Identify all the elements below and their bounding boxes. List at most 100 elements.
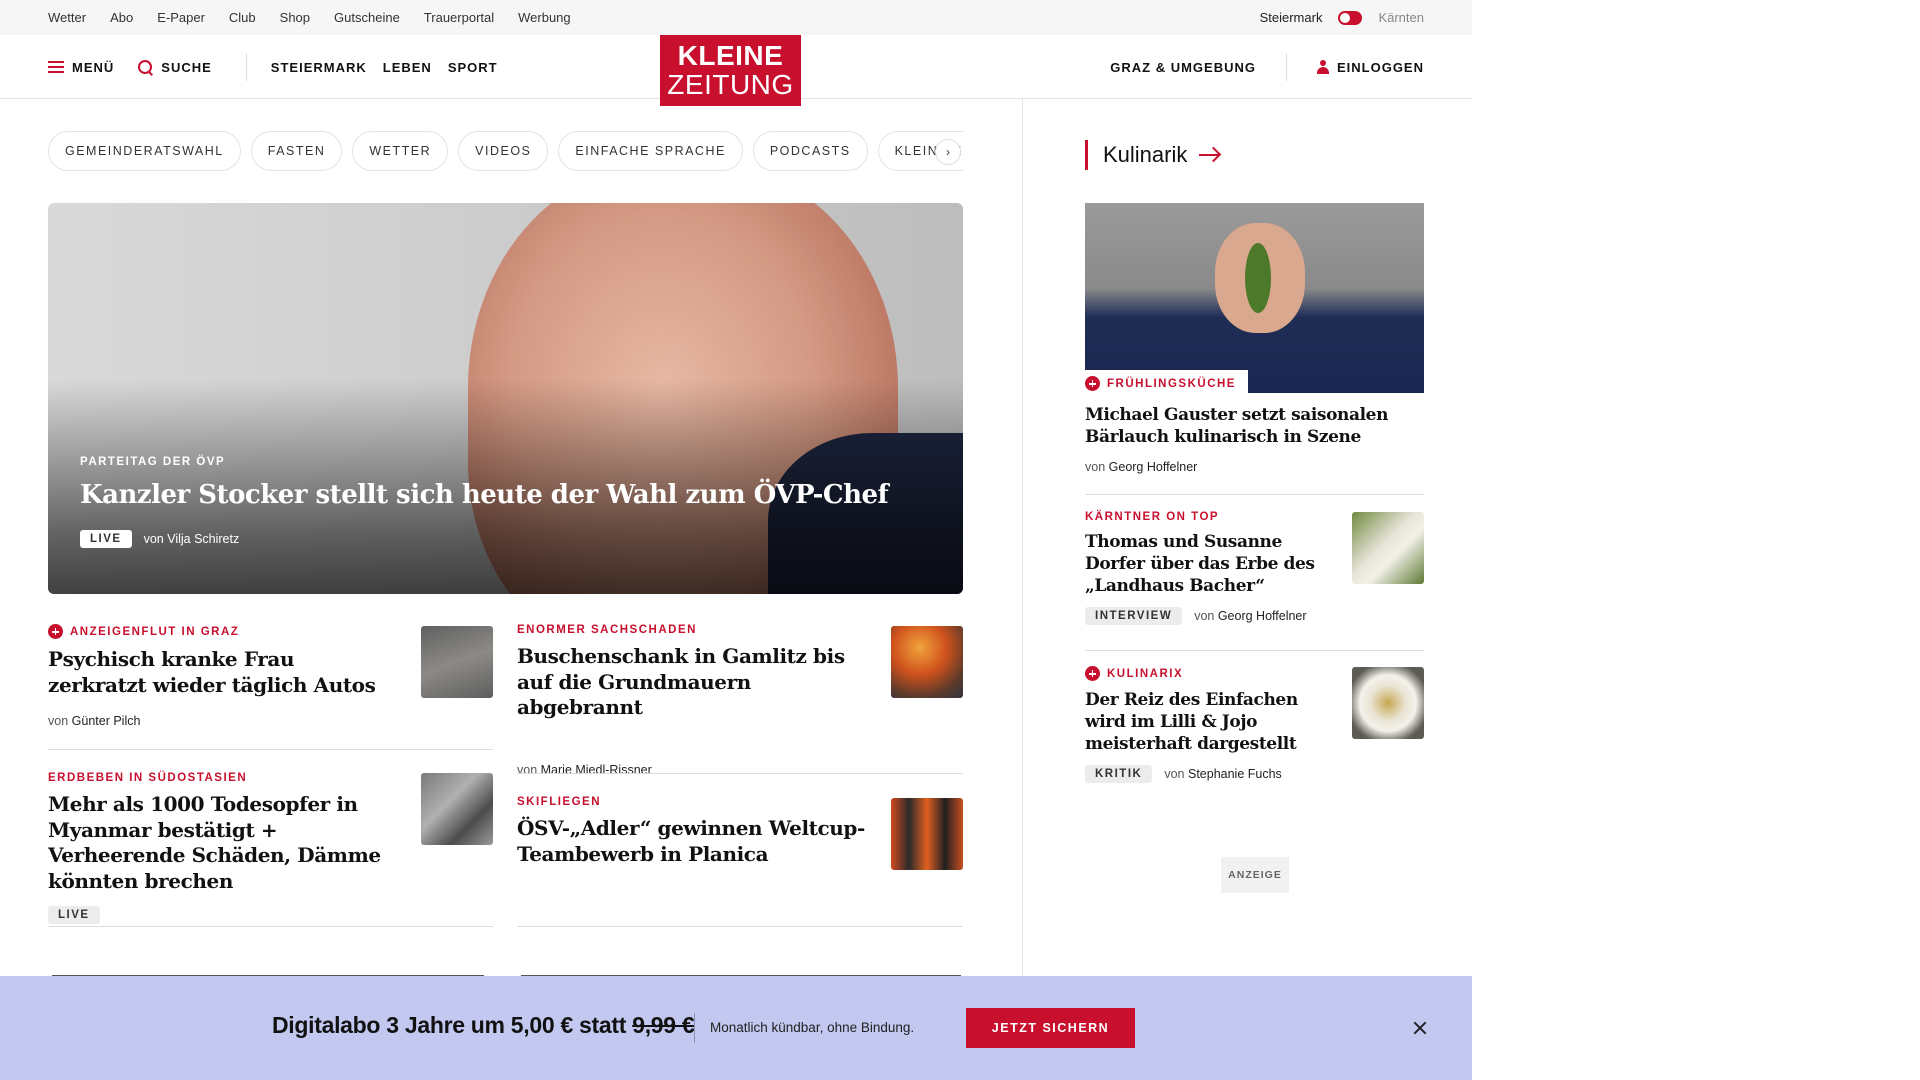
region-switch: Steiermark Kärnten	[1260, 0, 1424, 35]
menu-label: MENÜ	[72, 59, 115, 75]
article-title[interactable]: Der Reiz des Einfachen wird im Lilli & J…	[1085, 689, 1335, 755]
author-name: Stephanie Fuchs	[1187, 767, 1282, 782]
region-toggle[interactable]	[1338, 10, 1363, 25]
region-steiermark[interactable]: Steiermark	[1260, 10, 1323, 25]
region-kaernten[interactable]: Kärnten	[1378, 10, 1424, 25]
header-right: GRAZ & UMGEBUNG EINLOGGEN	[1110, 35, 1424, 99]
nav-sport[interactable]: SPORT	[448, 60, 498, 75]
location-link[interactable]: GRAZ & UMGEBUNG	[1110, 60, 1256, 75]
kicker-text: ANZEIGENFLUT IN GRAZ	[70, 625, 240, 638]
link-trauerportal[interactable]: Trauerportal	[424, 10, 494, 25]
hero-meta: LIVE von Vilja Schiretz	[80, 530, 900, 548]
sidebar-header[interactable]: Kulinarik	[1085, 140, 1220, 170]
pill-videos[interactable]: VIDEOS	[458, 131, 549, 171]
author-name: Georg Hoffelner	[1217, 609, 1307, 624]
subscription-banner: Digitalabo 3 Jahre um 5,00 € statt 9,99 …	[0, 976, 1472, 1080]
hero-text: PARTEITAG DER ÖVP Kanzler Stocker stellt…	[80, 456, 900, 548]
article-card[interactable]: ENORMER SACHSCHADEN Buschenschank in Gam…	[517, 624, 867, 777]
article-thumbnail[interactable]	[1352, 667, 1424, 739]
close-icon[interactable]	[1408, 1016, 1432, 1040]
pill-podcasts[interactable]: PODCASTS	[752, 131, 868, 171]
link-club[interactable]: Club	[229, 10, 256, 25]
link-epaper[interactable]: E-Paper	[157, 10, 205, 25]
article-meta: LIVE	[48, 906, 408, 925]
article-card[interactable]: SKIFLIEGEN ÖSV-„Adler“ gewinnen Weltcup-…	[517, 796, 867, 867]
byline-prefix: von	[517, 762, 538, 777]
article-byline: von Marie Miedl-Rissner	[517, 763, 867, 777]
article-byline: von Georg Hoffelner	[1085, 460, 1424, 474]
plus-icon	[1085, 376, 1100, 391]
divider	[517, 926, 963, 927]
banner-title: Digitalabo 3 Jahre um 5,00 € statt 9,99 …	[272, 1012, 695, 1039]
article-thumbnail[interactable]	[891, 798, 963, 870]
article-thumbnail[interactable]	[891, 626, 963, 698]
article-thumbnail[interactable]	[421, 773, 493, 845]
pill-fasten[interactable]: FASTEN	[250, 131, 343, 171]
banner-subtitle: Monatlich kündbar, ohne Bindung.	[710, 1020, 915, 1035]
sidebar-kicker-box: FRÜHLINGSKÜCHE	[1085, 370, 1248, 394]
kicker-text: SKIFLIEGEN	[517, 796, 602, 808]
live-badge: LIVE	[80, 530, 132, 548]
header-divider-right	[1285, 53, 1287, 81]
pill-wetter[interactable]: WETTER	[352, 131, 449, 171]
article-byline: von Günter Pilch	[48, 714, 398, 728]
hero-article[interactable]: PARTEITAG DER ÖVP Kanzler Stocker stellt…	[48, 203, 963, 594]
byline-prefix: von	[1085, 460, 1106, 475]
banner-offer: Digitalabo 3 Jahre um 5,00 € statt	[272, 1012, 627, 1038]
article-kicker: KÄRNTNER ON TOP	[1085, 511, 1335, 523]
link-gutscheine[interactable]: Gutscheine	[334, 10, 400, 25]
article-kicker: ENORMER SACHSCHADEN	[517, 624, 867, 636]
menu-button[interactable]: MENÜ	[48, 60, 114, 75]
link-abo[interactable]: Abo	[110, 10, 133, 25]
link-werbung[interactable]: Werbung	[518, 10, 571, 25]
divider	[48, 926, 493, 927]
sidebar-article[interactable]: Michael Gauster setzt saisonalen Bärlauc…	[1085, 398, 1424, 474]
user-icon	[1316, 60, 1329, 74]
article-thumbnail[interactable]	[1352, 512, 1424, 584]
ad-label: ANZEIGE	[1221, 857, 1289, 893]
kritik-badge: KRITIK	[1085, 765, 1153, 784]
page: Wetter Abo E-Paper Club Shop Gutscheine …	[0, 0, 1472, 1080]
article-title[interactable]: Buschenschank in Gamlitz bis auf die Gru…	[517, 644, 867, 721]
accent-bar	[1085, 140, 1088, 170]
article-title[interactable]: Mehr als 1000 Todesopfer in Myanmar best…	[48, 792, 408, 894]
article-kicker: KULINARIX	[1085, 666, 1335, 681]
nav-leben[interactable]: LEBEN	[383, 60, 432, 75]
arrow-right-icon	[1199, 154, 1220, 156]
banner-old-price: 9,99 €	[632, 1012, 695, 1038]
article-title[interactable]: Thomas und Susanne Dorfer über das Erbe …	[1085, 531, 1335, 597]
hero-title[interactable]: Kanzler Stocker stellt sich heute der Wa…	[80, 480, 900, 510]
pill-einfache-sprache[interactable]: EINFACHE SPRACHE	[558, 131, 743, 171]
article-title[interactable]: ÖSV-„Adler“ gewinnen Weltcup-Teambewerb …	[517, 816, 867, 867]
pill-gemeinderatswahl[interactable]: GEMEINDERATSWAHL	[48, 131, 241, 171]
chevron-right-icon[interactable]: ›	[935, 139, 961, 165]
link-wetter[interactable]: Wetter	[48, 10, 86, 25]
search-button[interactable]: SUCHE	[138, 59, 212, 75]
article-card[interactable]: ERDBEBEN IN SÜDOSTASIEN Mehr als 1000 To…	[48, 772, 408, 925]
author-name: Marie Miedl-Rissner	[540, 762, 652, 777]
subscribe-button[interactable]: JETZT SICHERN	[966, 1008, 1135, 1048]
column-divider	[1022, 99, 1023, 1080]
login-label: EINLOGGEN	[1336, 59, 1424, 75]
kicker-text: KÄRNTNER ON TOP	[1085, 511, 1220, 523]
site-logo[interactable]: KLEINE ZEITUNG	[660, 35, 801, 106]
sidebar-article[interactable]: KÄRNTNER ON TOP Thomas und Susanne Dorfe…	[1085, 511, 1335, 626]
byline-prefix: von	[1194, 609, 1215, 624]
nav-steiermark[interactable]: STEIERMARK	[271, 60, 367, 75]
article-card[interactable]: ANZEIGENFLUT IN GRAZ Psychisch kranke Fr…	[48, 624, 398, 728]
link-shop[interactable]: Shop	[280, 10, 310, 25]
article-thumbnail[interactable]	[421, 626, 493, 698]
login-button[interactable]: EINLOGGEN	[1316, 59, 1424, 75]
sidebar-lead-image[interactable]	[1085, 203, 1424, 393]
article-kicker: FRÜHLINGSKÜCHE	[1085, 373, 1236, 391]
utility-links: Wetter Abo E-Paper Club Shop Gutscheine …	[48, 0, 571, 35]
author-name: Günter Pilch	[71, 714, 141, 729]
logo-line-2: ZEITUNG	[667, 69, 794, 100]
sidebar-article[interactable]: KULINARIX Der Reiz des Einfachen wird im…	[1085, 666, 1335, 784]
article-byline: von Stephanie Fuchs	[1164, 767, 1281, 781]
divider	[1085, 650, 1424, 651]
article-title[interactable]: Michael Gauster setzt saisonalen Bärlauc…	[1085, 404, 1424, 448]
article-title[interactable]: Psychisch kranke Frau zerkratzt wieder t…	[48, 647, 398, 698]
kicker-text: ERDBEBEN IN SÜDOSTASIEN	[48, 772, 248, 784]
byline-prefix: von	[48, 714, 69, 729]
